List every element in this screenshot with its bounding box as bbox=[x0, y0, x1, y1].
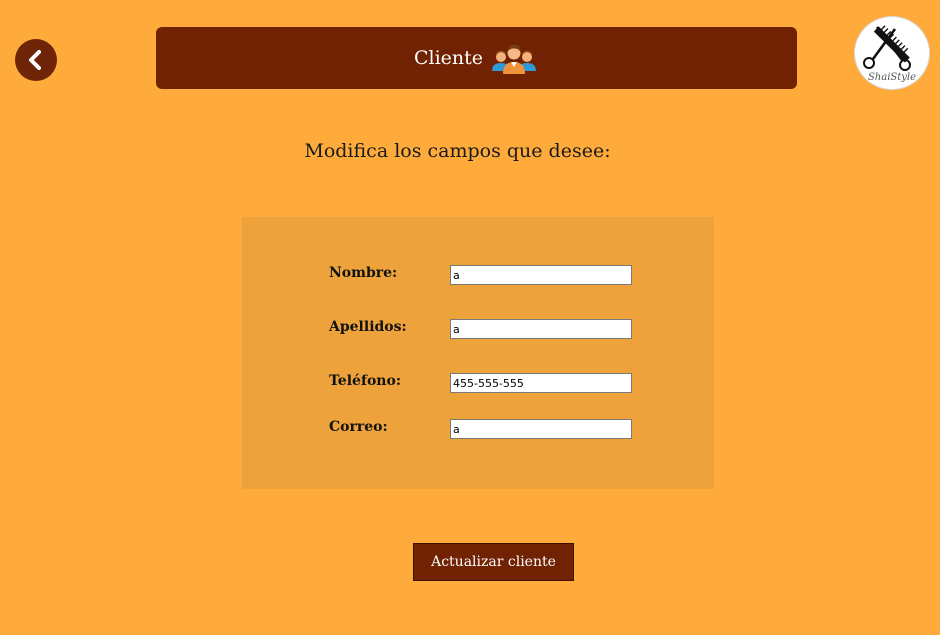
correo-field[interactable] bbox=[450, 419, 632, 439]
page-title: Cliente bbox=[413, 47, 484, 69]
chevron-left-icon bbox=[25, 49, 47, 71]
client-form: Nombre: Apellidos: Teléfono: Correo: bbox=[242, 217, 714, 489]
apellidos-field[interactable] bbox=[450, 319, 632, 339]
logo-text: ShaiStyle bbox=[867, 72, 917, 83]
nombre-label: Nombre: bbox=[329, 265, 398, 281]
nombre-field[interactable] bbox=[450, 265, 632, 285]
telefono-label: Teléfono: bbox=[329, 373, 401, 389]
group-of-people-icon bbox=[489, 41, 539, 75]
back-button[interactable] bbox=[15, 39, 57, 81]
correo-label: Correo: bbox=[329, 419, 388, 435]
update-client-button[interactable]: Actualizar cliente bbox=[413, 543, 574, 581]
instructions-text: Modifica los campos que desee: bbox=[304, 140, 611, 162]
shaistyle-logo: ShaiStyle bbox=[854, 16, 930, 90]
apellidos-label: Apellidos: bbox=[329, 319, 407, 335]
telefono-field[interactable] bbox=[450, 373, 632, 393]
page-header: Cliente bbox=[156, 27, 797, 89]
